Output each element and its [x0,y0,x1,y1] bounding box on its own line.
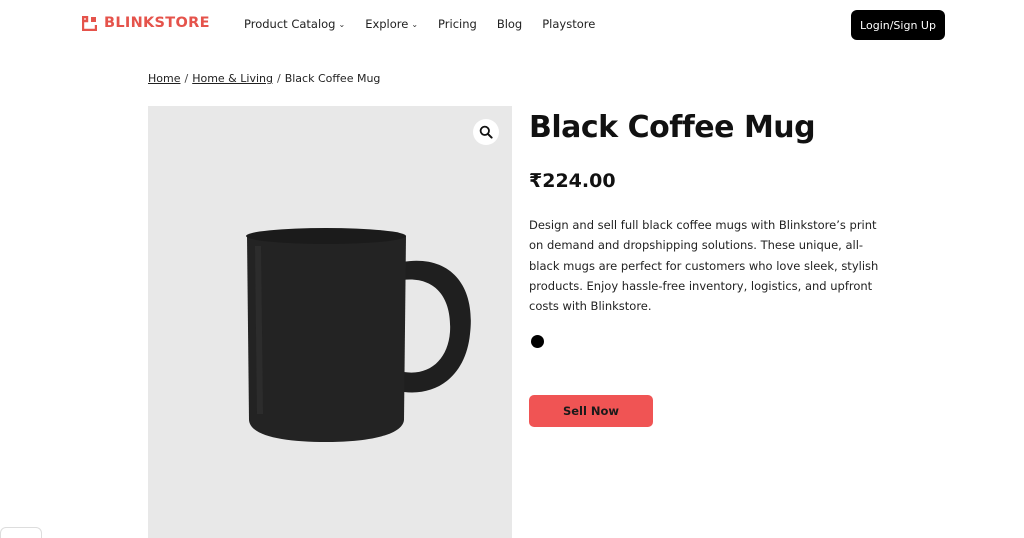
nav-product-catalog[interactable]: Product Catalog ⌄ [244,16,345,32]
product-title: Black Coffee Mug [529,110,816,145]
product-price: ₹224.00 [529,170,616,192]
main-nav: Product Catalog ⌄ Explore ⌄ Pricing Blog… [244,16,595,32]
nav-label: Explore [365,17,409,31]
mug-image [246,228,471,442]
product-image-panel[interactable] [148,106,512,538]
brand-name: BLINKSTORE [104,15,210,31]
nav-label: Pricing [438,17,477,31]
color-swatch-black[interactable] [531,335,544,348]
breadcrumb-home-living[interactable]: Home & Living [192,72,273,85]
zoom-button[interactable] [473,119,499,145]
nav-playstore[interactable]: Playstore [542,16,595,32]
nav-label: Playstore [542,17,596,31]
login-signup-button[interactable]: Login/Sign Up [851,10,945,40]
nav-blog[interactable]: Blog [497,16,522,32]
product-page: BLINKSTORE Product Catalog ⌄ Explore ⌄ P… [0,0,1024,538]
breadcrumb: Home / Home & Living / Black Coffee Mug [148,72,380,85]
chevron-down-icon: ⌄ [411,20,419,29]
nav-label: Blog [496,17,523,31]
product-description: Design and sell full black coffee mugs w… [529,218,879,314]
chevron-down-icon: ⌄ [338,20,346,29]
nav-pricing[interactable]: Pricing [438,16,477,32]
logo-mark-icon [82,16,97,31]
corner-widget[interactable] [0,527,42,538]
nav-label: Product Catalog [244,17,336,31]
sell-now-button[interactable]: Sell Now [529,395,653,427]
brand-logo[interactable]: BLINKSTORE [82,16,210,31]
breadcrumb-current: Black Coffee Mug [284,72,381,85]
breadcrumb-separator: / [276,72,281,85]
breadcrumb-separator: / [184,72,189,85]
zoom-icon [479,125,493,139]
nav-explore[interactable]: Explore ⌄ [365,16,418,32]
breadcrumb-home[interactable]: Home [148,72,180,85]
